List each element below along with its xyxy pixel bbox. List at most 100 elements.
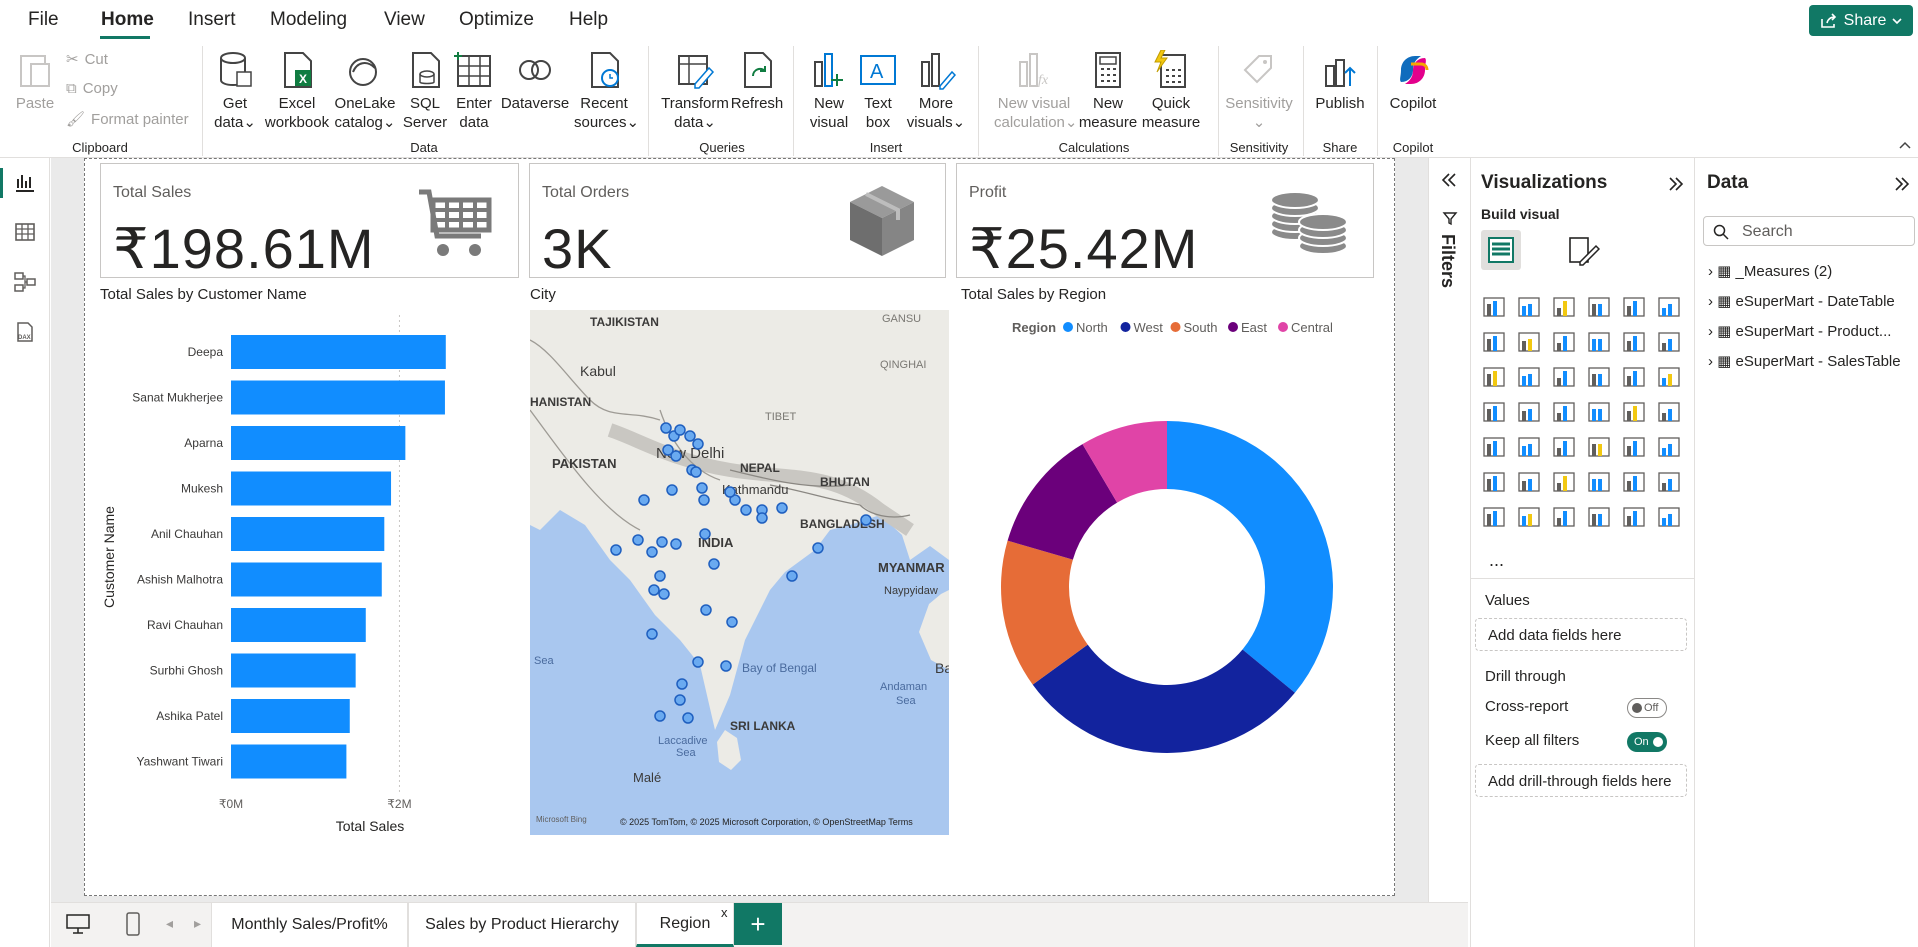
close-tab-icon[interactable]: x (721, 905, 728, 920)
more-visuals-ellipsis[interactable]: ... (1489, 550, 1504, 571)
mobile-view-icon[interactable] (125, 911, 141, 937)
card-icon[interactable] (1656, 399, 1682, 425)
100-bar-icon[interactable] (1621, 294, 1647, 320)
legend-item[interactable]: Central (1291, 320, 1333, 335)
donut-icon[interactable] (1656, 364, 1682, 390)
100-column-icon[interactable] (1656, 294, 1682, 320)
waterfall-icon[interactable] (1516, 364, 1542, 390)
clustered-bar-icon[interactable] (1551, 294, 1577, 320)
report-view-icon[interactable] (13, 170, 37, 194)
stacked-area-icon[interactable] (1551, 329, 1577, 355)
filled-map-icon[interactable] (1551, 399, 1577, 425)
format-visual-icon[interactable] (1566, 234, 1600, 268)
menu-home[interactable]: Home (101, 9, 154, 31)
cut-button[interactable]: ✂ Cut (66, 50, 108, 69)
search-input[interactable]: Search (1703, 216, 1915, 246)
enter-data-button[interactable]: Enter data (452, 50, 496, 132)
data-table-item[interactable]: › ▦ eSuperMart - DateTable (1708, 292, 1916, 310)
copilot-button[interactable]: Copilot (1384, 50, 1442, 113)
line-clustered-icon[interactable] (1656, 329, 1682, 355)
table-icon[interactable] (1586, 434, 1612, 460)
legend-item[interactable]: South (1184, 320, 1218, 335)
onelake-catalog-button[interactable]: OneLake catalog⌄ (333, 50, 397, 132)
dataverse-button[interactable]: Dataverse (499, 50, 571, 113)
filters-pane-collapsed[interactable]: Filters (1428, 158, 1470, 947)
table-view-icon[interactable] (13, 220, 37, 244)
python-visual-icon[interactable] (1481, 469, 1507, 495)
treemap-icon[interactable] (1481, 399, 1507, 425)
bar[interactable] (231, 426, 406, 460)
bar[interactable] (231, 380, 445, 415)
area-chart-icon[interactable] (1516, 329, 1542, 355)
matrix-icon[interactable] (1621, 434, 1647, 460)
bar[interactable] (231, 562, 382, 597)
page-tab-region[interactable]: Region (636, 903, 734, 947)
total-orders-card[interactable]: Total Orders 3K (529, 163, 946, 280)
menu-insert[interactable]: Insert (188, 9, 236, 31)
collapse-right-icon[interactable] (1667, 176, 1685, 192)
funnel-icon[interactable] (1551, 364, 1577, 390)
legend-item[interactable]: North (1076, 320, 1108, 335)
sensitivity-button[interactable]: Sensitivity ⌄ (1220, 50, 1298, 132)
line-chart-icon[interactable] (1481, 329, 1507, 355)
transform-data-button[interactable]: Transform data⌄ (656, 50, 734, 132)
collapse-right-icon[interactable] (1893, 176, 1911, 192)
donut-slice[interactable] (1032, 644, 1295, 753)
new-visual-calculation-button[interactable]: fx New visual calculation⌄ (994, 50, 1077, 132)
copy-button[interactable]: ⧉ Copy (66, 80, 118, 97)
bar[interactable] (231, 335, 446, 369)
power-apps-icon[interactable] (1586, 504, 1612, 530)
key-influencers-icon[interactable] (1516, 469, 1542, 495)
gauge-icon[interactable] (1621, 399, 1647, 425)
narrative-icon[interactable] (1621, 469, 1647, 495)
add-page-button[interactable]: + (734, 903, 782, 945)
scatter-icon[interactable] (1586, 364, 1612, 390)
legend-item[interactable]: West (1134, 320, 1164, 335)
bar[interactable] (231, 653, 356, 688)
get-data-button[interactable]: Get data⌄ (209, 50, 261, 132)
total-sales-card[interactable]: Total Sales ₹198.61M (100, 163, 519, 280)
new-measure-button[interactable]: New measure (1078, 50, 1138, 132)
add-drill-through-well[interactable]: Add drill-through fields here (1475, 764, 1687, 797)
clustered-column-icon[interactable] (1586, 294, 1612, 320)
100-area-icon[interactable] (1586, 329, 1612, 355)
stacked-column-icon[interactable] (1516, 294, 1542, 320)
data-table-item[interactable]: › ▦ eSuperMart - SalesTable (1708, 352, 1916, 370)
donut-chart[interactable]: Region North West South East Central (956, 310, 1374, 770)
prev-page-icon[interactable]: ◂ (166, 915, 173, 932)
excel-workbook-button[interactable]: X Excel workbook (262, 50, 332, 132)
menu-modeling[interactable]: Modeling (270, 9, 347, 31)
keep-all-filters-toggle[interactable]: On (1627, 732, 1667, 752)
line-column-icon[interactable] (1621, 329, 1647, 355)
bar[interactable] (231, 744, 347, 779)
build-visual-tab[interactable] (1481, 230, 1521, 270)
multi-card-icon[interactable] (1481, 434, 1507, 460)
legend-item[interactable]: East (1241, 320, 1267, 335)
bar[interactable] (231, 471, 392, 506)
share-button[interactable]: Share (1809, 5, 1913, 36)
sql-server-button[interactable]: SQL Server (400, 50, 450, 132)
menu-help[interactable]: Help (569, 9, 608, 31)
cross-report-toggle[interactable]: Off (1627, 698, 1667, 718)
next-page-icon[interactable]: ▸ (194, 915, 201, 932)
slicer-icon[interactable] (1551, 434, 1577, 460)
data-table-item[interactable]: › ▦ eSuperMart - Product... (1708, 322, 1916, 340)
bar-chart[interactable]: Deepa Sanat Mukherjee Aparna Mukesh Anil Cha… (100, 305, 520, 840)
publish-button[interactable]: Publish (1310, 50, 1370, 113)
qa-icon[interactable] (1586, 469, 1612, 495)
dax-query-view-icon[interactable]: DAX (13, 320, 37, 344)
page-tab-product-hierarchy[interactable]: Sales by Product Hierarchy (408, 903, 636, 947)
kpi-icon[interactable] (1516, 434, 1542, 460)
get-more-visuals-icon[interactable] (1656, 504, 1682, 530)
paste-button[interactable]: Paste (14, 50, 56, 113)
add-data-fields-well[interactable]: Add data fields here (1475, 618, 1687, 651)
stacked-bar-icon[interactable] (1481, 294, 1507, 320)
recent-sources-button[interactable]: Recent sources⌄ (574, 50, 639, 132)
pie-chart-icon[interactable] (1621, 364, 1647, 390)
more-visuals-button[interactable]: More visuals⌄ (904, 50, 968, 132)
bar[interactable] (231, 517, 385, 551)
refresh-button[interactable]: Refresh (728, 50, 786, 113)
text-box-button[interactable]: A Text box (856, 50, 900, 132)
menu-file[interactable]: File (28, 9, 59, 31)
city-map[interactable]: TAJIKISTAN Kabul HANISTAN PAKISTAN New D… (530, 310, 949, 835)
